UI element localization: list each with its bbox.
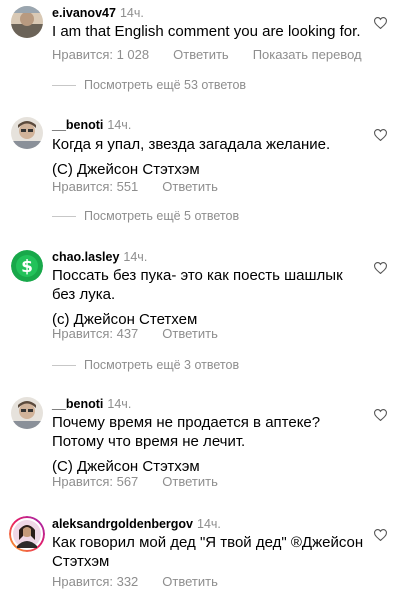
avatar-photo-icon [11,117,43,149]
comment-actions: Нравится: 551 Ответить [52,179,242,195]
heart-icon[interactable] [374,529,387,541]
comment-line: Как говорил мой дед "Я твой дед" ®Джейсо… [52,534,364,570]
comment-header: chao.lasley 14ч. [52,249,147,265]
comment-header: __benoti 14ч. [52,396,131,412]
reply-button[interactable]: Ответить [162,326,218,341]
reply-button[interactable]: Ответить [162,574,218,589]
heart-icon[interactable] [374,17,387,29]
timestamp: 14ч. [119,6,144,20]
view-replies-button[interactable]: Посмотреть ещё 3 ответов [52,357,239,373]
dollar-sign-icon: $ [11,250,43,282]
comment-line: Поссать без пука- это как поесть шашлык … [52,267,343,303]
avatar[interactable] [11,117,43,149]
heart-icon[interactable] [374,129,387,141]
reply-divider [52,216,76,218]
comment-actions: Нравится: 332 Ответить [52,574,242,590]
avatar[interactable] [11,6,43,38]
username[interactable]: aleksandrgoldenbergov [52,517,193,531]
timestamp: 14ч. [197,517,221,531]
view-replies-label: Посмотреть ещё 53 ответов [84,78,247,92]
svg-text:$: $ [21,257,33,277]
avatar[interactable] [11,397,43,429]
comment-text: Как говорил мой дед "Я твой дед" ®Джейсо… [52,533,370,571]
comment-line: (С) Джейсон Стэтхэм [52,161,200,178]
comment-line: Почему время не продается в аптеке? Пото… [52,414,321,450]
comment-header: e.ivanov47 14ч. [52,5,144,21]
avatar[interactable]: $ [11,250,43,282]
comment-actions: Нравится: 567 Ответить [52,474,242,490]
comment-text: Когда я упал, звезда загадала желание. (… [52,135,370,179]
username[interactable]: e.ivanov47 [52,6,116,20]
comment-actions: Нравится: 437 Ответить [52,326,242,342]
reply-button[interactable]: Ответить [173,47,229,62]
view-replies-label: Посмотреть ещё 5 ответов [84,209,240,223]
reply-button[interactable]: Ответить [162,474,218,489]
comment-actions: Нравится: 1 028 Ответить Показать перевод [52,47,386,63]
view-replies-button[interactable]: Посмотреть ещё 5 ответов [52,208,239,224]
view-replies-label: Посмотреть ещё 3 ответов [84,358,240,372]
likes-count[interactable]: Нравится: 332 [52,574,138,589]
avatar-photo-icon [11,6,43,38]
heart-icon[interactable] [374,262,387,274]
likes-count[interactable]: Нравится: 567 [52,474,138,489]
likes-count[interactable]: Нравится: 551 [52,179,138,194]
comment-header: aleksandrgoldenbergov 14ч. [52,516,221,532]
avatar[interactable] [9,516,45,552]
likes-count[interactable]: Нравится: 1 028 [52,47,149,62]
comment-line: Когда я упал, звезда загадала желание. [52,136,331,153]
view-replies-button[interactable]: Посмотреть ещё 53 ответов [52,77,246,93]
username[interactable]: __benoti [52,397,103,411]
timestamp: 14ч. [107,118,132,132]
username[interactable]: chao.lasley [52,250,119,264]
show-translation-button[interactable]: Показать перевод [253,47,362,62]
comment-header: __benoti 14ч. [52,117,131,133]
timestamp: 14ч. [107,397,132,411]
timestamp: 14ч. [123,250,148,264]
username[interactable]: __benoti [52,118,103,132]
avatar-photo-icon [11,397,43,429]
comment-text: Поссать без пука- это как поесть шашлык … [52,266,370,329]
heart-icon[interactable] [374,409,387,421]
reply-button[interactable]: Ответить [162,179,218,194]
reply-divider [52,365,76,367]
reply-divider [52,85,76,87]
comment-line: I am that English comment you are lookin… [52,23,361,40]
likes-count[interactable]: Нравится: 437 [52,326,138,341]
story-ring-avatar-icon [9,516,45,552]
comment-text: Почему время не продается в аптеке? Пото… [52,413,370,476]
comment-text: I am that English comment you are lookin… [52,22,370,41]
